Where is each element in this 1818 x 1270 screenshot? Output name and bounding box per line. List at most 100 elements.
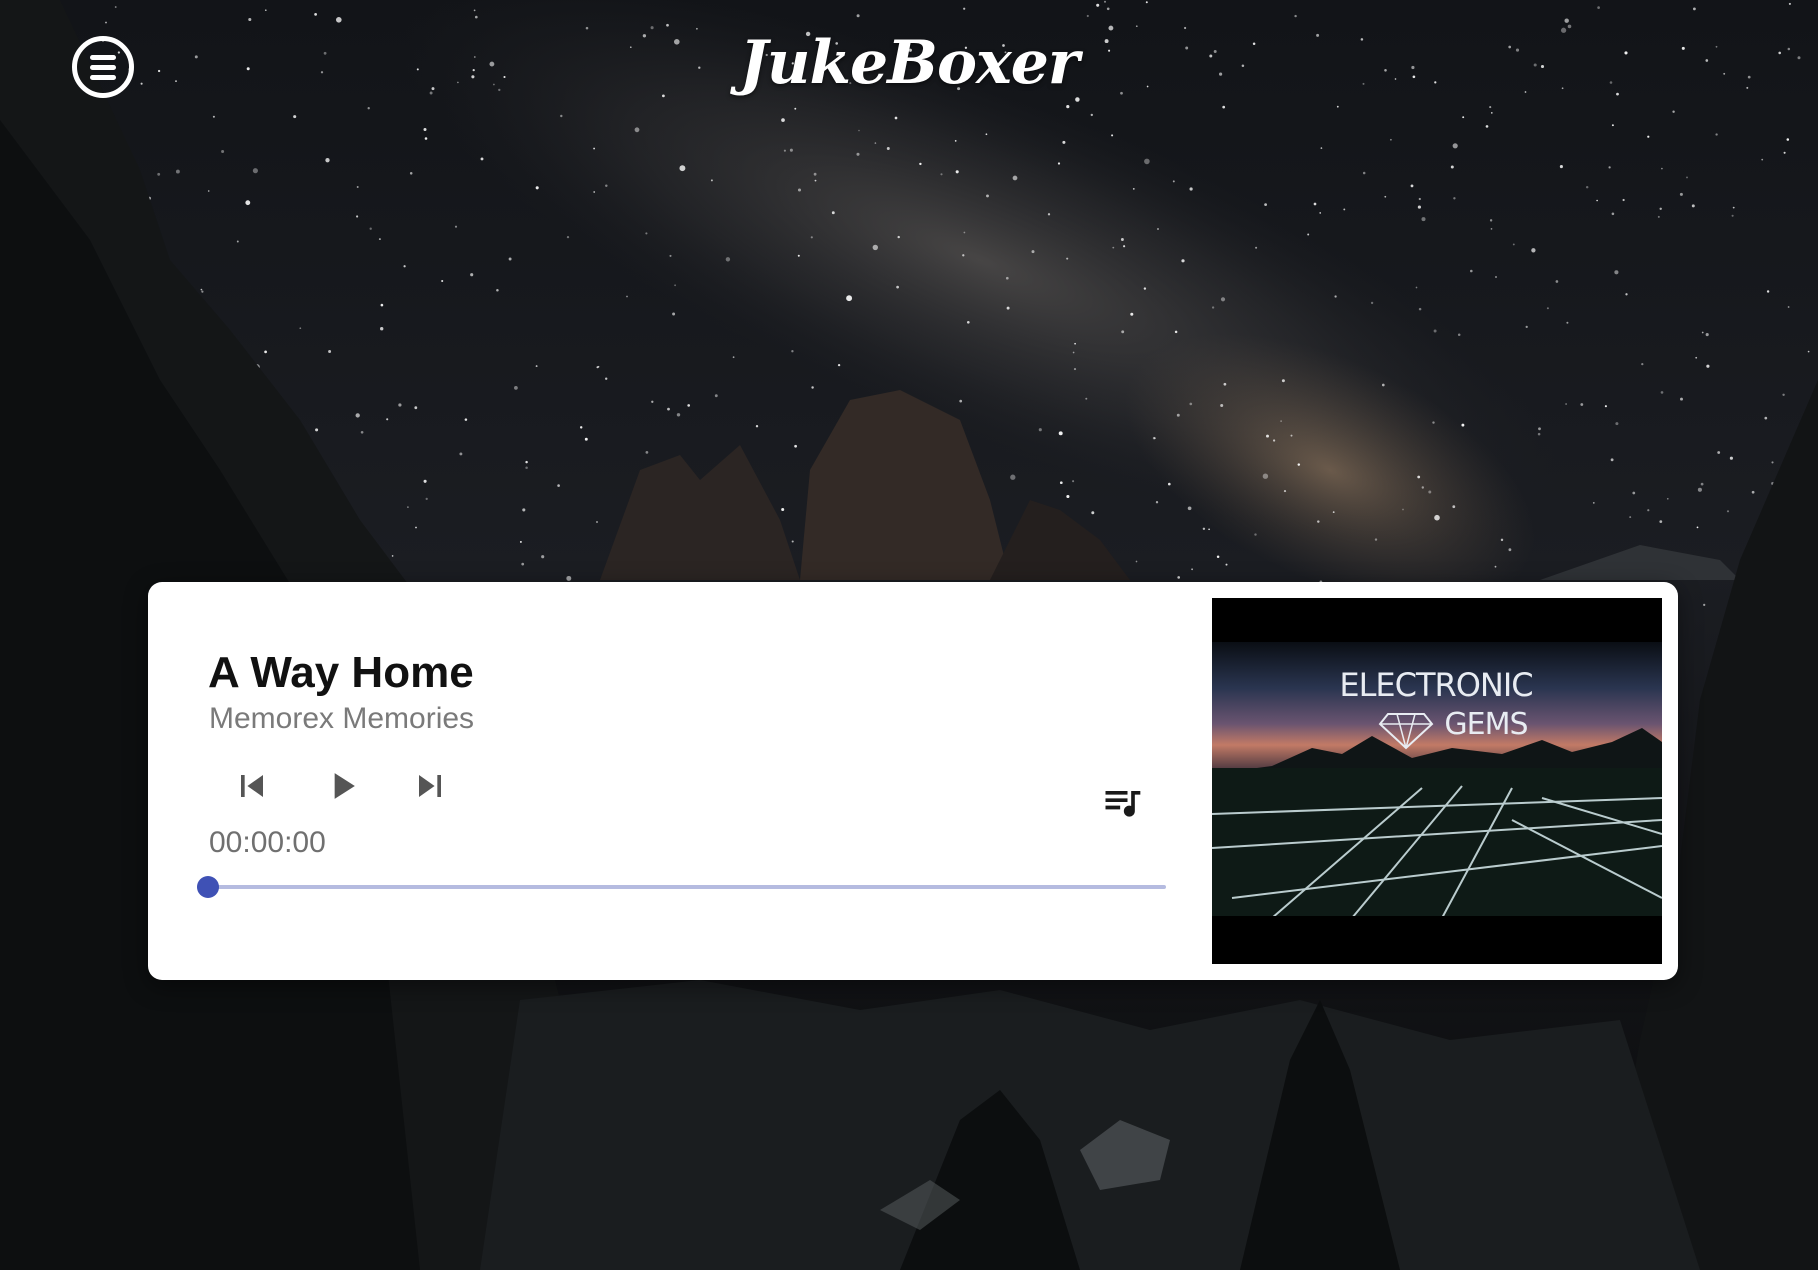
star	[1418, 197, 1421, 201]
star	[1418, 307, 1422, 311]
track-artist: Memorex Memories	[209, 702, 475, 735]
star	[1005, 276, 1009, 280]
star	[962, 254, 965, 257]
star	[1604, 405, 1607, 408]
star	[1629, 516, 1632, 519]
star	[1294, 14, 1297, 18]
star	[1485, 125, 1489, 128]
star	[535, 186, 539, 190]
star	[1272, 439, 1276, 442]
star	[1313, 202, 1317, 206]
star	[1701, 331, 1704, 334]
star	[1402, 508, 1404, 511]
star	[1751, 490, 1755, 494]
star	[1764, 416, 1768, 420]
queue-button[interactable]	[1100, 780, 1144, 824]
star	[1281, 379, 1285, 383]
star	[1715, 133, 1718, 136]
star	[1585, 185, 1589, 189]
star	[299, 327, 302, 330]
star	[1766, 290, 1770, 293]
star	[1703, 603, 1706, 607]
star	[791, 350, 794, 353]
star	[1410, 184, 1414, 188]
star	[1066, 105, 1070, 109]
star	[566, 235, 570, 239]
play-button[interactable]	[320, 764, 364, 808]
star	[1647, 135, 1650, 138]
star	[1280, 420, 1282, 422]
star	[522, 508, 526, 512]
star	[1450, 165, 1454, 169]
star	[645, 451, 649, 454]
star	[1494, 565, 1497, 568]
star	[1771, 461, 1774, 464]
progress-slider[interactable]	[197, 876, 1166, 898]
star	[114, 6, 117, 8]
progress-thumb[interactable]	[197, 876, 219, 898]
star	[1417, 475, 1421, 479]
star	[398, 403, 402, 407]
star	[1111, 134, 1114, 137]
star	[403, 265, 406, 268]
star	[1608, 166, 1611, 169]
star	[391, 555, 394, 557]
star	[1470, 269, 1473, 273]
star	[791, 540, 794, 543]
star	[535, 365, 538, 368]
star	[1172, 180, 1175, 183]
star	[1657, 215, 1660, 218]
star	[314, 13, 317, 16]
star	[1390, 138, 1392, 141]
star	[514, 386, 518, 390]
star	[1157, 228, 1159, 230]
star	[781, 507, 785, 512]
next-track-button[interactable]	[408, 764, 452, 808]
star	[919, 162, 922, 166]
elapsed-time: 00:00:00	[209, 826, 326, 859]
star	[1705, 333, 1709, 337]
star	[894, 116, 898, 120]
star	[1495, 276, 1497, 278]
svg-text:GEMS: GEMS	[1444, 707, 1527, 742]
star	[1211, 306, 1215, 309]
previous-track-button[interactable]	[230, 764, 274, 808]
star	[579, 426, 583, 429]
star	[252, 168, 258, 174]
star	[1680, 397, 1683, 401]
star	[1307, 233, 1310, 236]
star	[1695, 356, 1698, 359]
star	[810, 236, 813, 239]
star	[674, 284, 676, 287]
star	[874, 142, 877, 144]
star	[473, 9, 476, 12]
star	[593, 147, 596, 150]
star	[424, 137, 428, 140]
star	[1706, 364, 1710, 368]
star	[1679, 192, 1683, 196]
star	[669, 254, 672, 257]
star	[963, 231, 966, 234]
star	[985, 133, 988, 136]
star	[207, 190, 210, 192]
star	[789, 148, 793, 152]
star	[521, 562, 525, 566]
star	[1255, 246, 1258, 249]
star	[1384, 195, 1387, 198]
star	[1508, 548, 1512, 552]
star	[1135, 25, 1138, 28]
star	[1057, 162, 1061, 165]
star	[954, 140, 957, 142]
star	[1317, 520, 1320, 523]
star	[672, 312, 676, 316]
star	[651, 400, 654, 403]
star	[360, 430, 364, 434]
star	[1264, 203, 1267, 206]
star	[1693, 7, 1696, 11]
star	[667, 407, 670, 411]
star	[1622, 198, 1625, 202]
star	[1432, 421, 1435, 424]
star	[264, 350, 267, 354]
star	[1145, 1, 1148, 4]
star	[714, 394, 718, 398]
